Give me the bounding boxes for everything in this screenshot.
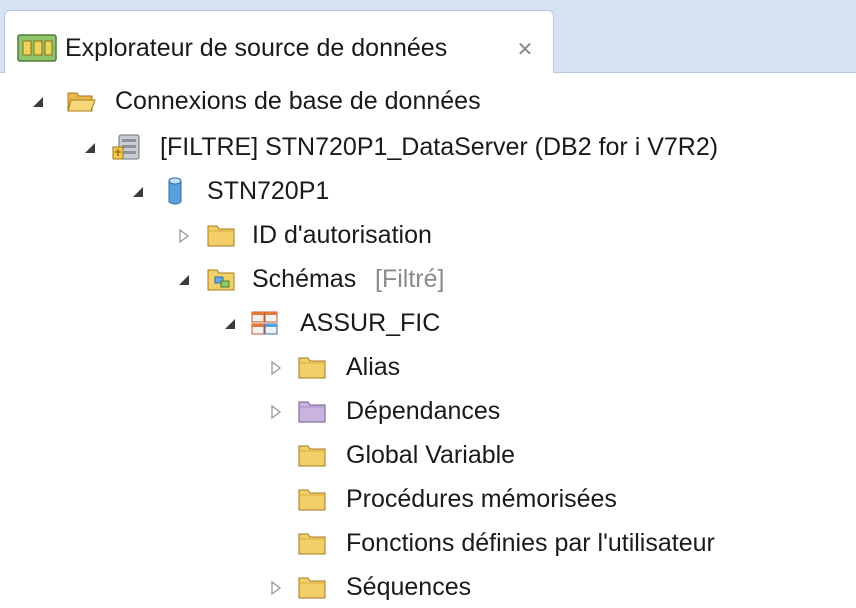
folder-icon xyxy=(298,577,326,599)
folder-icon xyxy=(298,445,326,467)
collapsed-arrow-icon[interactable] xyxy=(268,404,284,420)
schema-icon xyxy=(251,311,278,335)
database-server-icon xyxy=(112,134,140,160)
tree-item-user-defined-functions[interactable]: Fonctions définies par l'utilisateur xyxy=(0,524,800,564)
tree-item-stored-procedures[interactable]: Procédures mémorisées xyxy=(0,480,700,520)
folder-icon xyxy=(298,357,326,379)
data-source-explorer-icon xyxy=(17,34,57,62)
tree-item-label: Connexions de base de données xyxy=(115,87,481,115)
collapsed-arrow-icon[interactable] xyxy=(268,580,284,596)
tree-item-auth-ids[interactable]: ID d'autorisation xyxy=(0,216,480,256)
folder-icon xyxy=(207,225,235,247)
tree-item-schema-assur-fic[interactable]: ASSUR_FIC xyxy=(0,304,480,344)
tab-title: Explorateur de source de données xyxy=(65,34,448,62)
view-tab-bar: Explorateur de source de données ✕ xyxy=(0,0,856,73)
close-icon[interactable]: ✕ xyxy=(513,39,537,61)
tree-item-label: Procédures mémorisées xyxy=(346,485,617,513)
tree-item-connections[interactable]: Connexions de base de données xyxy=(0,82,560,122)
collapsed-arrow-icon[interactable] xyxy=(176,228,192,244)
tree-item-label: [FILTRE] STN720P1_DataServer (DB2 for i … xyxy=(160,133,719,161)
expanded-arrow-icon[interactable] xyxy=(82,140,98,156)
tree-item-label: Fonctions définies par l'utilisateur xyxy=(346,529,715,557)
folder-icon xyxy=(298,533,326,555)
tree-item-label: Alias xyxy=(346,353,401,381)
tree-item-global-variable[interactable]: Global Variable xyxy=(0,436,560,476)
tree-item-dependencies[interactable]: Dépendances xyxy=(0,392,560,432)
expanded-arrow-icon[interactable] xyxy=(222,316,238,332)
tree-item-label: STN720P1 xyxy=(207,177,330,205)
collapsed-arrow-icon[interactable] xyxy=(268,360,284,376)
expanded-arrow-icon[interactable] xyxy=(176,272,192,288)
database-icon xyxy=(168,177,182,205)
open-folder-icon xyxy=(67,92,96,112)
folder-icon xyxy=(298,489,326,511)
explorer-tree: Connexions de base de données [FILTRE] S… xyxy=(0,72,856,601)
tree-item-server[interactable]: [FILTRE] STN720P1_DataServer (DB2 for i … xyxy=(0,128,770,168)
tree-item-label: ID d'autorisation xyxy=(252,221,432,249)
tab-data-source-explorer[interactable]: Explorateur de source de données ✕ xyxy=(4,10,554,73)
schemas-folder-icon xyxy=(207,269,235,291)
dependencies-folder-icon xyxy=(298,401,326,423)
tree-item-database[interactable]: STN720P1 xyxy=(0,172,360,212)
tree-item-alias[interactable]: Alias xyxy=(0,348,480,388)
filter-badge: [Filtré] xyxy=(375,265,445,293)
expanded-arrow-icon[interactable] xyxy=(130,184,146,200)
tree-item-label: Séquences xyxy=(346,573,472,601)
expanded-arrow-icon[interactable] xyxy=(30,94,46,110)
tree-item-label: Dépendances xyxy=(346,397,501,425)
tree-item-schemas[interactable]: Schémas [Filtré] xyxy=(0,260,480,300)
tree-item-label: Global Variable xyxy=(346,441,516,469)
tree-item-label: ASSUR_FIC xyxy=(300,309,441,337)
tree-item-label: Schémas xyxy=(252,265,357,293)
tree-item-sequences[interactable]: Séquences xyxy=(0,568,560,608)
